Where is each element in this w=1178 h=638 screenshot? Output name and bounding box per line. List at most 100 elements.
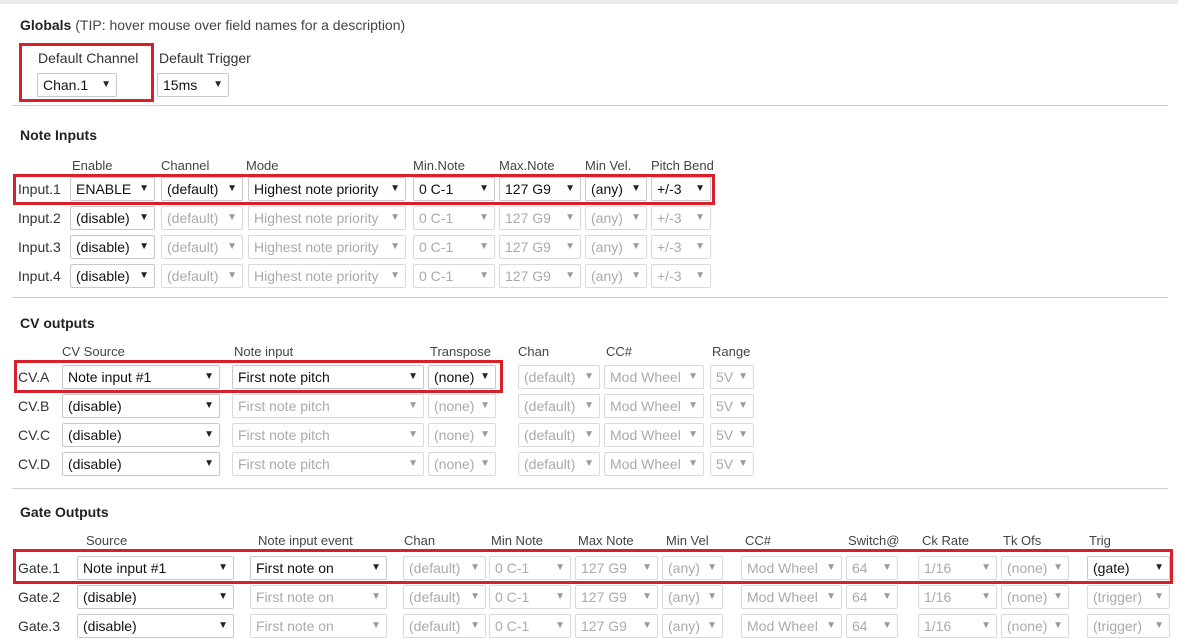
gate-1-cc-select[interactable]: Mod Wheel ▼ [741, 556, 842, 580]
gate-1-switch-select[interactable]: 64 ▼ [846, 556, 898, 580]
gate-2-min-note-select[interactable]: 0 C-1 ▼ [489, 585, 571, 609]
gate-1-tk-ofs-select[interactable]: (none) ▼ [1001, 556, 1069, 580]
gate-2-tk-ofs-select[interactable]: (none) ▼ [1001, 585, 1069, 609]
gate-1-source-select[interactable]: Note input #1 ▼ [77, 556, 234, 580]
gate-1-max-note-select[interactable]: 127 G9 ▼ [575, 556, 658, 580]
default-trigger-select[interactable]: 15ms ▼ [157, 73, 229, 97]
chevron-down-icon: ▼ [826, 620, 836, 631]
select-value: +/-3 [657, 268, 682, 284]
gate-3-tk-ofs-select[interactable]: (none) ▼ [1001, 614, 1069, 638]
cv-a-range-select[interactable]: 5V ▼ [710, 365, 754, 389]
gate-3-chan-select[interactable]: (default) ▼ [403, 614, 486, 638]
input-4-channel-select[interactable]: (default) ▼ [161, 264, 243, 288]
input-4-max-note-select[interactable]: 127 G9 ▼ [499, 264, 581, 288]
input-2-pitch-bend-select[interactable]: +/-3 ▼ [651, 206, 711, 230]
input-4-min-note-select[interactable]: 0 C-1 ▼ [413, 264, 495, 288]
cv-b-transpose-select[interactable]: (none) ▼ [428, 394, 496, 418]
gate-2-cc-select[interactable]: Mod Wheel ▼ [741, 585, 842, 609]
cv-c-range-select[interactable]: 5V ▼ [710, 423, 754, 447]
cv-b-source-select[interactable]: (disable) ▼ [62, 394, 220, 418]
chevron-down-icon: ▼ [470, 562, 480, 573]
select-value: (default) [409, 589, 461, 605]
gate-2-switch-select[interactable]: 64 ▼ [846, 585, 898, 609]
chevron-down-icon: ▼ [981, 620, 991, 631]
input-3-enable-select[interactable]: (disable) ▼ [70, 235, 155, 259]
gate-3-cc-select[interactable]: Mod Wheel ▼ [741, 614, 842, 638]
cv-b-range-select[interactable]: 5V ▼ [710, 394, 754, 418]
gate-1-trig-select[interactable]: (gate) ▼ [1087, 556, 1170, 580]
input-1-max-note-select[interactable]: 127 G9 ▼ [499, 177, 581, 201]
gate-2-event-select[interactable]: First note on ▼ [250, 585, 387, 609]
gate-1-chan-select[interactable]: (default) ▼ [403, 556, 486, 580]
chevron-down-icon: ▼ [826, 591, 836, 602]
input-3-mode-select[interactable]: Highest note priority ▼ [248, 235, 406, 259]
gate-3-source-select[interactable]: (disable) ▼ [77, 614, 234, 638]
gate-3-event-select[interactable]: First note on ▼ [250, 614, 387, 638]
cv-b-chan-select[interactable]: (default) ▼ [518, 394, 600, 418]
cv-c-source-select[interactable]: (disable) ▼ [62, 423, 220, 447]
cv-a-cc-select[interactable]: Mod Wheel ▼ [604, 365, 704, 389]
cv-b-cc-select[interactable]: Mod Wheel ▼ [604, 394, 704, 418]
gate-2-trig-select[interactable]: (trigger) ▼ [1087, 585, 1170, 609]
input-3-max-note-select[interactable]: 127 G9 ▼ [499, 235, 581, 259]
select-value: 0 C-1 [419, 268, 454, 284]
gate-1-event-select[interactable]: First note on ▼ [250, 556, 387, 580]
input-4-mode-select[interactable]: Highest note priority ▼ [248, 264, 406, 288]
gate-1-ck-rate-select[interactable]: 1/16 ▼ [918, 556, 997, 580]
input-2-channel-select[interactable]: (default) ▼ [161, 206, 243, 230]
default-trigger-label: Default Trigger [159, 50, 251, 66]
input-3-pitch-bend-select[interactable]: +/-3 ▼ [651, 235, 711, 259]
input-1-enable-select[interactable]: ENABLE ▼ [70, 177, 155, 201]
cv-b-note-input-select[interactable]: First note pitch ▼ [232, 394, 424, 418]
input-2-max-note-select[interactable]: 127 G9 ▼ [499, 206, 581, 230]
select-value: 127 G9 [581, 589, 627, 605]
cv-a-note-input-select[interactable]: First note pitch ▼ [232, 365, 424, 389]
gate-2-max-note-select[interactable]: 127 G9 ▼ [575, 585, 658, 609]
gate-3-max-note-select[interactable]: 127 G9 ▼ [575, 614, 658, 638]
gate-3-min-note-select[interactable]: 0 C-1 ▼ [489, 614, 571, 638]
cv-c-chan-select[interactable]: (default) ▼ [518, 423, 600, 447]
input-4-min-vel-select[interactable]: (any) ▼ [585, 264, 647, 288]
input-2-min-note-select[interactable]: 0 C-1 ▼ [413, 206, 495, 230]
input-3-min-note-select[interactable]: 0 C-1 ▼ [413, 235, 495, 259]
chevron-down-icon: ▼ [371, 620, 381, 631]
cv-a-source-select[interactable]: Note input #1 ▼ [62, 365, 220, 389]
gate-3-trig-select[interactable]: (trigger) ▼ [1087, 614, 1170, 638]
gate-3-switch-select[interactable]: 64 ▼ [846, 614, 898, 638]
input-3-channel-select[interactable]: (default) ▼ [161, 235, 243, 259]
input-1-pitch-bend-select[interactable]: +/-3 ▼ [651, 177, 711, 201]
gate-2-min-vel-select[interactable]: (any) ▼ [662, 585, 723, 609]
input-2-min-vel-select[interactable]: (any) ▼ [585, 206, 647, 230]
input-2-enable-select[interactable]: (disable) ▼ [70, 206, 155, 230]
cv-c-transpose-select[interactable]: (none) ▼ [428, 423, 496, 447]
gate-1-min-vel-select[interactable]: (any) ▼ [662, 556, 723, 580]
input-1-min-note-select[interactable]: 0 C-1 ▼ [413, 177, 495, 201]
cv-c-cc-select[interactable]: Mod Wheel ▼ [604, 423, 704, 447]
gate-3-min-vel-select[interactable]: (any) ▼ [662, 614, 723, 638]
input-3-min-vel-select[interactable]: (any) ▼ [585, 235, 647, 259]
cv-d-source-select[interactable]: (disable) ▼ [62, 452, 220, 476]
input-2-mode-select[interactable]: Highest note priority ▼ [248, 206, 406, 230]
gate-1-min-note-select[interactable]: 0 C-1 ▼ [489, 556, 571, 580]
gate-2-chan-select[interactable]: (default) ▼ [403, 585, 486, 609]
input-1-mode-select[interactable]: Highest note priority ▼ [248, 177, 406, 201]
input-1-min-vel-select[interactable]: (any) ▼ [585, 177, 647, 201]
select-value: Highest note priority [254, 210, 379, 226]
cv-d-chan-select[interactable]: (default) ▼ [518, 452, 600, 476]
default-channel-select[interactable]: Chan.1 ▼ [37, 73, 117, 97]
input-1-channel-select[interactable]: (default) ▼ [161, 177, 243, 201]
cv-d-transpose-select[interactable]: (none) ▼ [428, 452, 496, 476]
gate-2-source-select[interactable]: (disable) ▼ [77, 585, 234, 609]
column-header: Channel [161, 158, 210, 173]
input-4-pitch-bend-select[interactable]: +/-3 ▼ [651, 264, 711, 288]
gate-3-ck-rate-select[interactable]: 1/16 ▼ [918, 614, 997, 638]
cv-d-note-input-select[interactable]: First note pitch ▼ [232, 452, 424, 476]
cv-d-cc-select[interactable]: Mod Wheel ▼ [604, 452, 704, 476]
cv-c-note-input-select[interactable]: First note pitch ▼ [232, 423, 424, 447]
input-4-enable-select[interactable]: (disable) ▼ [70, 264, 155, 288]
cv-d-range-select[interactable]: 5V ▼ [710, 452, 754, 476]
cv-a-transpose-select[interactable]: (none) ▼ [428, 365, 496, 389]
chevron-down-icon: ▼ [480, 371, 490, 382]
gate-2-ck-rate-select[interactable]: 1/16 ▼ [918, 585, 997, 609]
cv-a-chan-select[interactable]: (default) ▼ [518, 365, 600, 389]
